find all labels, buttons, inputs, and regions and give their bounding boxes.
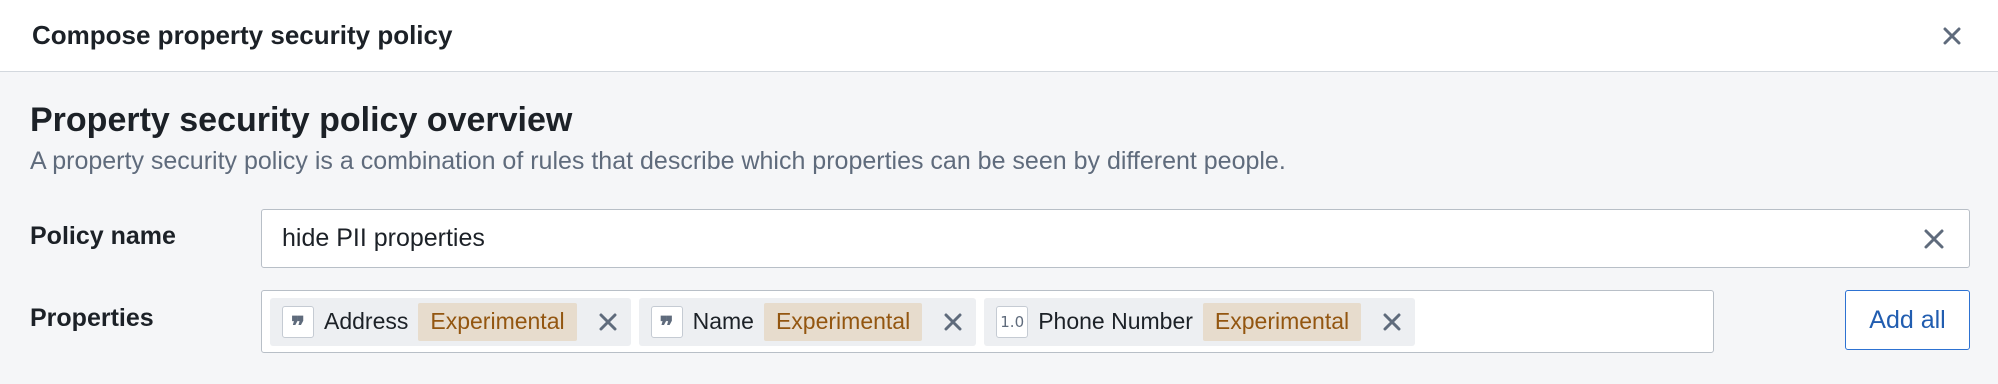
- close-icon: [599, 313, 617, 330]
- string-type-icon: ❞: [650, 305, 683, 340]
- policy-name-label: Policy name: [30, 222, 176, 250]
- overview-title: Property security policy overview: [30, 101, 573, 139]
- experimental-badge: Experimental: [1202, 302, 1362, 341]
- property-tag-label: Address: [324, 308, 409, 334]
- string-type-icon: ❞: [282, 305, 314, 340]
- remove-address-tag-button[interactable]: [593, 307, 623, 337]
- compose-policy-dialog: Compose property security policy Propert…: [0, 0, 1998, 384]
- policy-name-row: Policy name: [30, 222, 262, 251]
- policy-name-clear-button[interactable]: [1919, 224, 1949, 254]
- numeric-type-icon: 1.0: [996, 305, 1029, 338]
- property-tag-label: Name: [692, 308, 754, 334]
- close-icon: [1943, 27, 1961, 44]
- policy-name-value[interactable]: hide PII properties: [282, 224, 1919, 253]
- dialog-header: Compose property security policy: [0, 0, 1998, 72]
- policy-name-input[interactable]: hide PII properties: [261, 209, 1970, 268]
- property-tag-address: ❞ Address Experimental: [270, 297, 631, 346]
- close-icon: [944, 313, 962, 330]
- properties-label: Properties: [30, 304, 154, 332]
- experimental-badge: Experimental: [418, 302, 577, 341]
- dialog-close-button[interactable]: [1936, 20, 1968, 52]
- overview-description: A property security policy is a combinat…: [30, 147, 1286, 176]
- property-tag-name: ❞ Name Experimental: [638, 297, 977, 346]
- close-icon: [1924, 229, 1944, 248]
- close-icon: [1383, 313, 1401, 330]
- remove-phone-number-tag-button[interactable]: [1377, 307, 1407, 337]
- add-all-button[interactable]: Add all: [1845, 290, 1970, 350]
- property-tag-label: Phone Number: [1038, 308, 1193, 334]
- experimental-badge: Experimental: [763, 302, 923, 341]
- dialog-body: Property security policy overview A prop…: [0, 72, 1998, 176]
- dialog-title: Compose property security policy: [32, 20, 453, 50]
- remove-name-tag-button[interactable]: [938, 307, 968, 337]
- properties-tag-input[interactable]: ❞ Address Experimental ❞ Name Experiment…: [261, 290, 1714, 353]
- property-tag-phone-number: 1.0 Phone Number Experimental: [984, 297, 1416, 346]
- properties-row: Properties: [30, 304, 262, 333]
